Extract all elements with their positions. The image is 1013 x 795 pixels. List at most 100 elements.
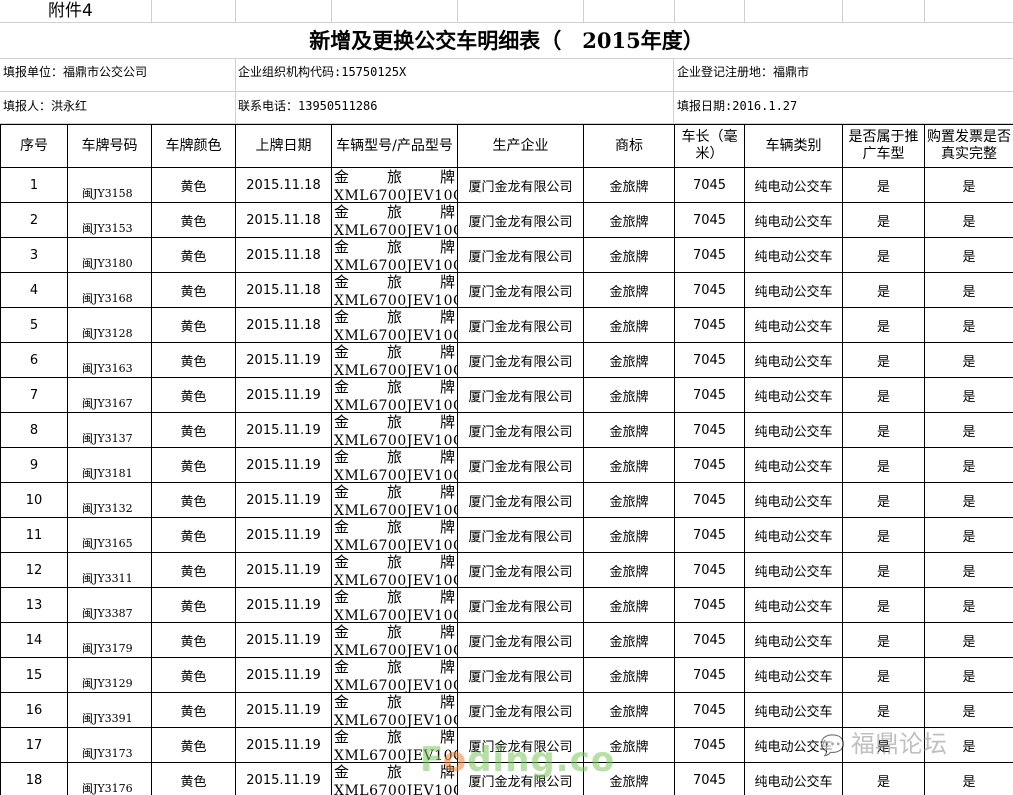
registration-date: 2015.11.19: [235, 727, 332, 763]
manufacturer: 厦门金龙有限公司: [457, 517, 584, 553]
model-code: XML6700JEV10C: [334, 573, 458, 588]
vehicle-type: 纯电动公交车: [744, 447, 843, 483]
invoice-valid: 是: [924, 517, 1013, 553]
brand: 金旅牌: [583, 237, 675, 273]
row-number: 13: [0, 587, 68, 623]
vehicle-length: 7045: [674, 622, 745, 658]
row-number: 3: [0, 237, 68, 273]
table-row: 7 闽JY3167 黄色 2015.11.19 金旅牌 XML6700JEV10C 厦门金龙…: [0, 377, 1013, 413]
promoted-model: 是: [842, 412, 925, 448]
promoted-model: 是: [842, 587, 925, 623]
plate-color: 黄色: [151, 727, 236, 763]
table-row: 2 闽JY3153 黄色 2015.11.18 金旅牌 XML6700JEV10C 厦门金龙…: [0, 202, 1013, 238]
promoted-model: 是: [842, 202, 925, 238]
table-row: 15 闽JY3129 黄色 2015.11.19 金旅牌 XML6700JEV10C 厦门金…: [0, 657, 1013, 693]
model-code: XML6700JEV10C: [334, 398, 458, 413]
invoice-valid: 是: [924, 762, 1013, 795]
vehicle-type: 纯电动公交车: [744, 692, 843, 728]
row-number: 8: [0, 412, 68, 448]
brand: 金旅牌: [583, 412, 675, 448]
promoted-model: 是: [842, 167, 925, 203]
brand: 金旅牌: [583, 167, 675, 203]
plate-number: 闽JY3158: [82, 187, 133, 200]
vehicle-model-cell: 金旅牌 XML6700JEV10C: [331, 692, 458, 728]
row-number: 5: [0, 307, 68, 343]
vehicle-length: 7045: [674, 762, 745, 795]
manufacturer: 厦门金龙有限公司: [457, 167, 584, 203]
chat-bubble-icon: 💬: [820, 733, 845, 757]
invoice-valid: 是: [924, 307, 1013, 343]
table-row: 9 闽JY3181 黄色 2015.11.19 金旅牌 XML6700JEV10C 厦门金龙…: [0, 447, 1013, 483]
plate-color: 黄色: [151, 552, 236, 588]
plate-number-cell: 闽JY3176: [67, 762, 152, 795]
manufacturer: 厦门金龙有限公司: [457, 237, 584, 273]
invoice-valid: 是: [924, 552, 1013, 588]
invoice-valid: 是: [924, 167, 1013, 203]
promoted-model: 是: [842, 657, 925, 693]
info-row-2: [0, 90, 1013, 124]
row-number: 11: [0, 517, 68, 553]
plate-number-cell: 闽JY3158: [67, 167, 152, 203]
plate-color: 黄色: [151, 762, 236, 795]
invoice-valid: 是: [924, 692, 1013, 728]
plate-number-cell: 闽JY3153: [67, 202, 152, 238]
plate-number-cell: 闽JY3311: [67, 552, 152, 588]
model-code: XML6700JEV10C: [334, 188, 458, 203]
promoted-model: 是: [842, 447, 925, 483]
brand: 金旅牌: [583, 622, 675, 658]
vehicle-length: 7045: [674, 307, 745, 343]
vehicle-type: 纯电动公交车: [744, 202, 843, 238]
vehicle-type: 纯电动公交车: [744, 657, 843, 693]
vehicle-length: 7045: [674, 517, 745, 553]
invoice-valid: 是: [924, 377, 1013, 413]
invoice-valid: 是: [924, 272, 1013, 308]
registration-date: 2015.11.19: [235, 762, 332, 795]
vehicle-type: 纯电动公交车: [744, 552, 843, 588]
vehicle-model-cell: 金旅牌 XML6700JEV10C: [331, 272, 458, 308]
col-header: 上牌日期: [235, 124, 332, 168]
registration-date: 2015.11.19: [235, 657, 332, 693]
table-row: 5 闽JY3128 黄色 2015.11.18 金旅牌 XML6700JEV10C 厦门金龙…: [0, 307, 1013, 343]
plate-number: 闽JY3165: [82, 537, 133, 550]
col-header: 车辆类别: [744, 124, 843, 168]
vehicle-model-cell: 金旅牌 XML6700JEV10C: [331, 202, 458, 238]
row-number: 16: [0, 692, 68, 728]
plate-number: 闽JY3311: [82, 572, 133, 585]
vehicle-model-cell: 金旅牌 XML6700JEV10C: [331, 447, 458, 483]
col-header: 购置发票是否真实完整: [924, 124, 1013, 168]
promoted-model: 是: [842, 237, 925, 273]
vehicle-length: 7045: [674, 412, 745, 448]
manufacturer: 厦门金龙有限公司: [457, 587, 584, 623]
vehicle-type: 纯电动公交车: [744, 482, 843, 518]
plate-color: 黄色: [151, 167, 236, 203]
plate-number-cell: 闽JY3168: [67, 272, 152, 308]
registration-date: 2015.11.18: [235, 272, 332, 308]
registration-date: 2015.11.19: [235, 517, 332, 553]
manufacturer: 厦门金龙有限公司: [457, 692, 584, 728]
vehicle-length: 7045: [674, 377, 745, 413]
col-header: 是否属于推广车型: [842, 124, 925, 168]
plate-number-cell: 闽JY3137: [67, 412, 152, 448]
plate-number: 闽JY3129: [82, 677, 133, 690]
col-header: 车牌号码: [67, 124, 152, 168]
manufacturer: 厦门金龙有限公司: [457, 447, 584, 483]
brand: 金旅牌: [583, 447, 675, 483]
brand: 金旅牌: [583, 552, 675, 588]
plate-color: 黄色: [151, 692, 236, 728]
vehicle-model-cell: 金旅牌 XML6700JEV10C: [331, 412, 458, 448]
manufacturer: 厦门金龙有限公司: [457, 342, 584, 378]
plate-number: 闽JY3173: [82, 747, 133, 760]
col-header: 车辆型号/产品型号: [331, 124, 458, 168]
plate-color: 黄色: [151, 622, 236, 658]
plate-number-cell: 闽JY3129: [67, 657, 152, 693]
row-number: 15: [0, 657, 68, 693]
promoted-model: 是: [842, 692, 925, 728]
model-code: XML6700JEV10C: [334, 678, 458, 693]
vehicle-model-cell: 金旅牌 XML6700JEV10C: [331, 517, 458, 553]
vehicle-model-cell: 金旅牌 XML6700JEV10C: [331, 657, 458, 693]
promoted-model: 是: [842, 552, 925, 588]
col-header: 序号: [0, 124, 68, 168]
invoice-valid: 是: [924, 237, 1013, 273]
row-number: 12: [0, 552, 68, 588]
promoted-model: 是: [842, 762, 925, 795]
